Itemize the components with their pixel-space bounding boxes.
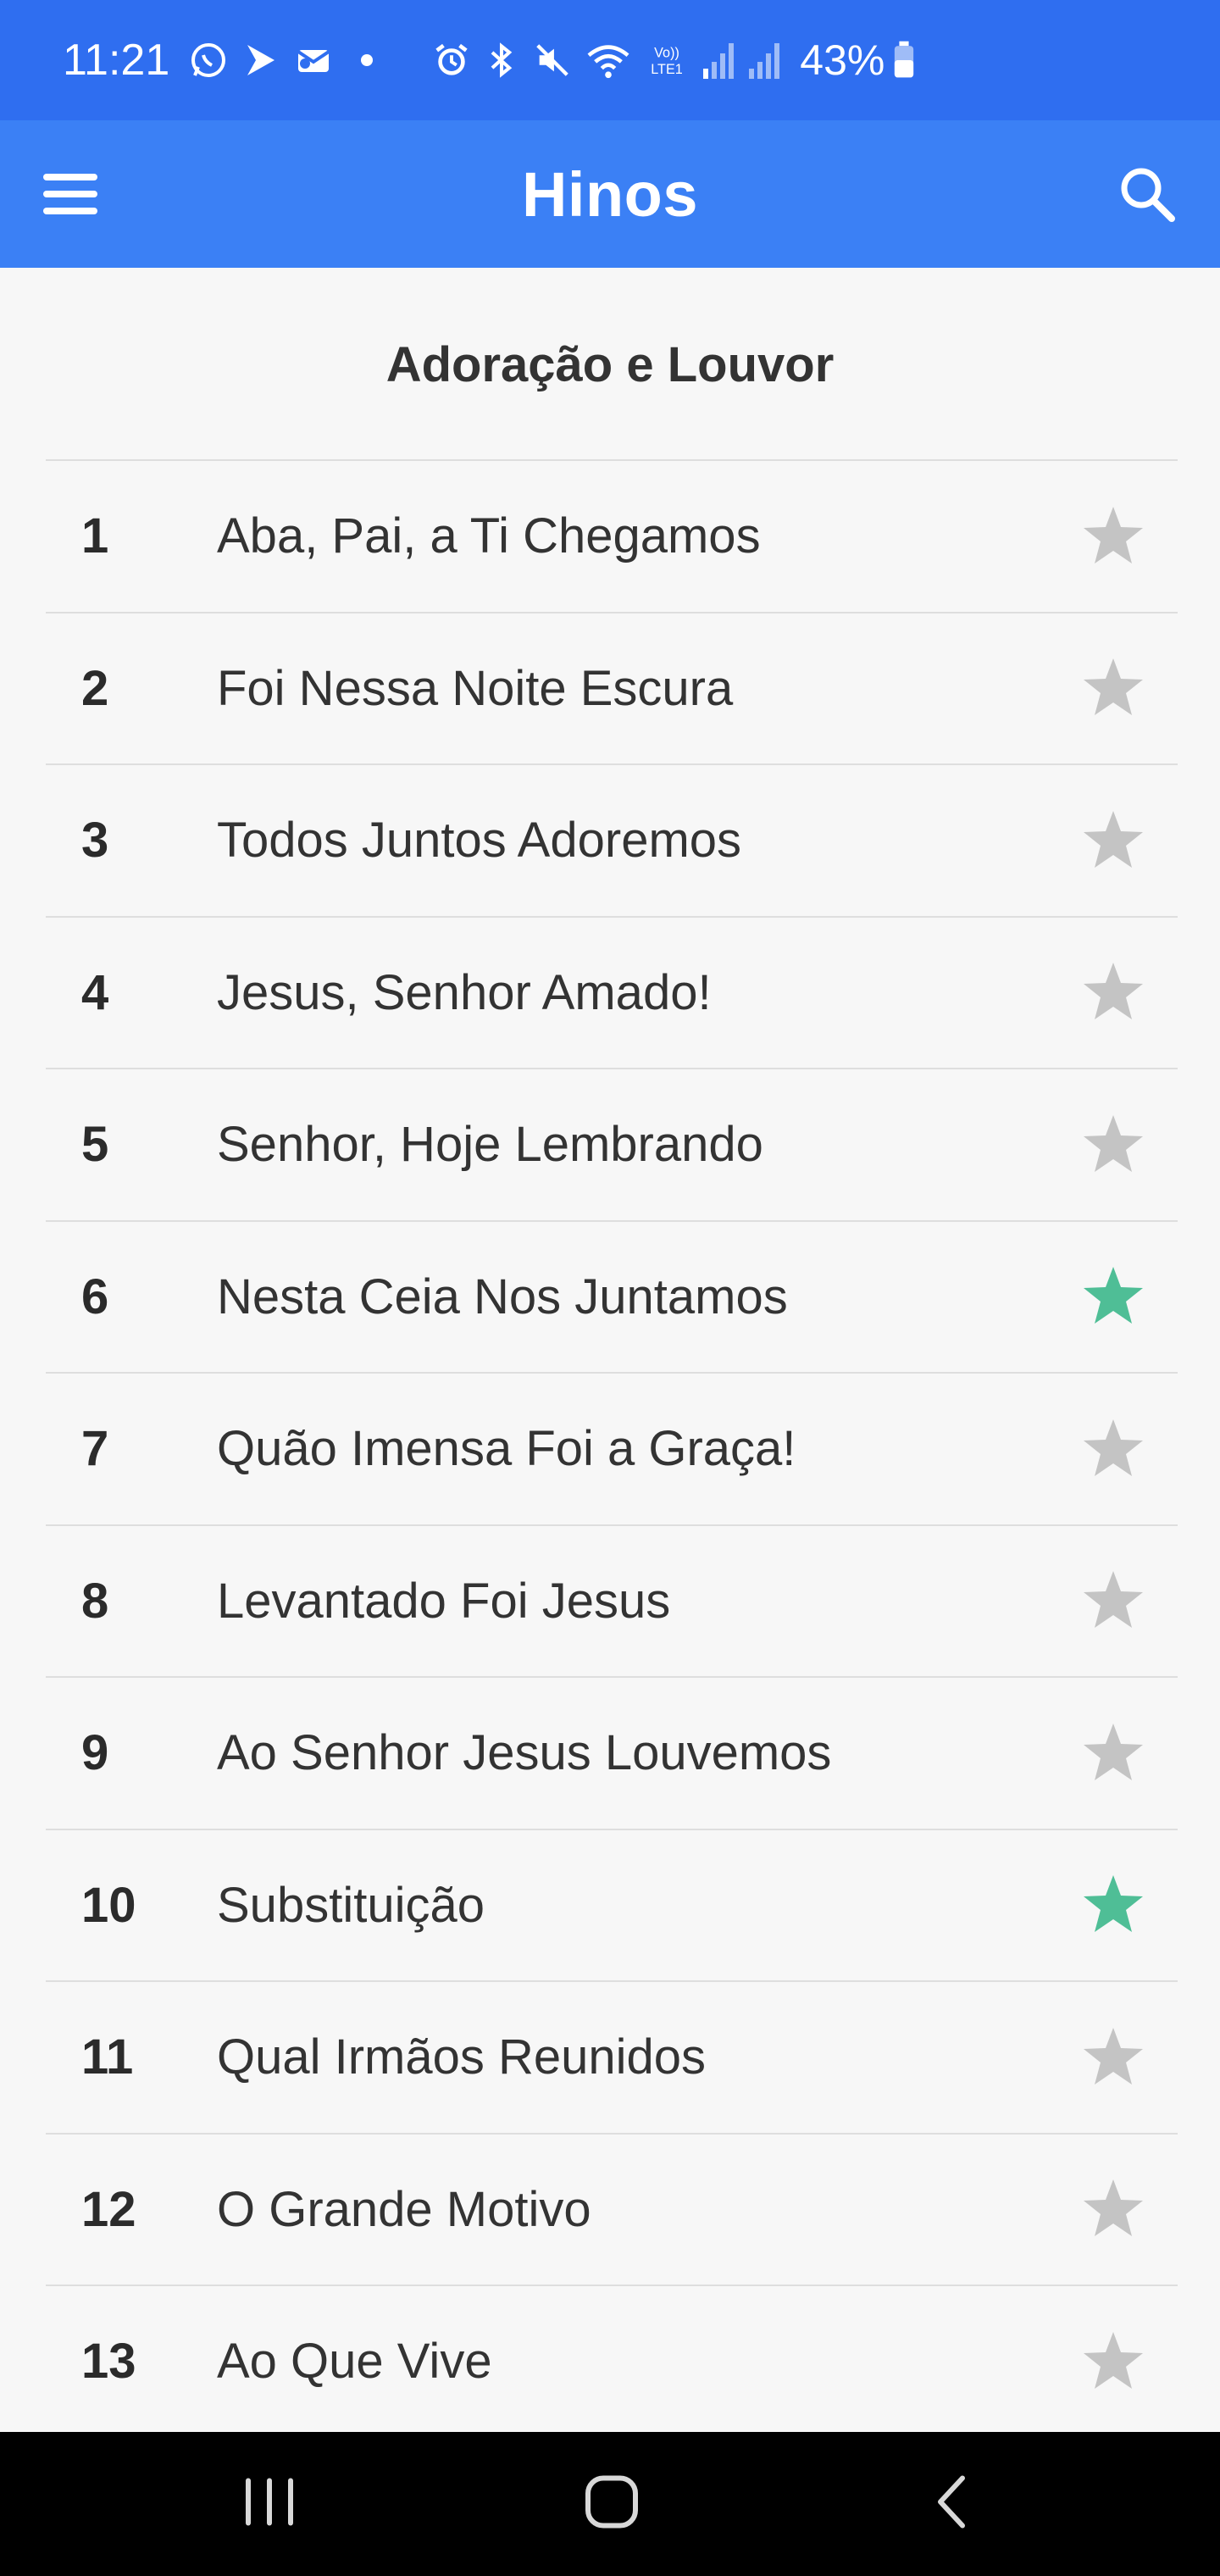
signal-icon [747,42,781,79]
hymn-title: Substituição [217,1877,485,1933]
hymn-number: 7 [81,1421,109,1477]
hymn-row[interactable]: 7 Quão Imensa Foi a Graça! [46,1372,1178,1524]
bluetooth-icon [483,41,520,80]
home-icon[interactable] [585,2475,639,2534]
hymn-number: 11 [81,2029,134,2085]
status-time: 11:21 [63,36,170,85]
svg-text:Vo)): Vo)) [654,45,679,60]
hymn-title: Quão Imensa Foi a Graça! [217,1421,796,1477]
section-title: Adoração e Louvor [385,336,835,392]
hymn-title: O Grande Motivo [217,2181,591,2237]
page-title: Hinos [521,158,699,230]
volte-icon: Vo)) LTE1 [644,41,690,80]
hymn-title: Aba, Pai, a Ti Chegamos [217,508,761,564]
recent-apps-icon[interactable] [242,2477,297,2532]
wifi-icon [585,41,632,80]
battery-icon [893,41,915,80]
hamburger-menu-icon[interactable] [41,164,100,224]
hymn-row[interactable]: 6 Nesta Ceia Nos Juntamos [46,1219,1178,1373]
hymn-row[interactable]: 2 Foi Nessa Noite Escura [46,611,1178,764]
hymn-number: 6 [81,1269,109,1324]
favorite-star-icon[interactable] [1081,1721,1145,1785]
hymn-number: 5 [81,1117,109,1173]
hymn-title: Qual Irmãos Reunidos [217,2029,707,2085]
hymn-number: 13 [81,2334,136,2390]
hymn-title: Jesus, Senhor Amado! [217,964,712,1020]
hymn-title: Senhor, Hoje Lembrando [217,1117,763,1173]
hymn-number: 12 [81,2181,136,2237]
favorite-star-icon[interactable] [1081,2329,1145,2394]
hymn-number: 1 [81,508,109,564]
whatsapp-icon [188,40,229,80]
hymn-list: 1 Aba, Pai, a Ti Chegamos 2 Foi Nessa Noite… [46,459,1178,2437]
status-bar: 11:21 Vo)) LTE1 43% [0,0,1220,120]
favorite-star-filled-icon[interactable] [1081,1873,1145,1937]
hymn-number: 8 [81,1573,109,1629]
hymn-row[interactable]: 8 Levantado Foi Jesus [46,1524,1178,1677]
dot-icon [361,54,374,66]
favorite-star-icon[interactable] [1081,2177,1145,2241]
back-icon[interactable] [934,2475,968,2534]
hymn-title: Foi Nessa Noite Escura [217,660,734,716]
signal-icon [702,42,735,79]
favorite-star-icon[interactable] [1081,2025,1145,2090]
hymn-title: Nesta Ceia Nos Juntamos [217,1269,788,1324]
hymn-number: 9 [81,1725,109,1781]
favorite-star-icon[interactable] [1081,1113,1145,1177]
hymn-row[interactable]: 5 Senhor, Hoje Lembrando [46,1068,1178,1220]
favorite-star-icon[interactable] [1081,1417,1145,1481]
hymn-title: Todos Juntos Adoremos [217,813,742,869]
favorite-star-filled-icon[interactable] [1081,1264,1145,1329]
favorite-star-icon[interactable] [1081,808,1145,873]
hymn-number: 3 [81,813,109,869]
hymn-title: Ao Senhor Jesus Louvemos [217,1725,832,1781]
favorite-star-icon[interactable] [1081,960,1145,1024]
search-icon[interactable] [1113,160,1181,228]
alarm-icon [432,41,471,80]
hymn-number: 2 [81,660,109,716]
hymn-row[interactable]: 10 Substituição [46,1828,1178,1981]
hymn-row[interactable]: 4 Jesus, Senhor Amado! [46,915,1178,1069]
hymn-title: Ao Que Vive [217,2334,492,2390]
hymn-row[interactable]: 11 Qual Irmãos Reunidos [46,1980,1178,2133]
hymn-row[interactable]: 13 Ao Que Vive [46,2285,1178,2437]
svg-text:LTE1: LTE1 [652,62,684,77]
hymn-number: 10 [81,1877,136,1933]
hymn-row[interactable]: 3 Todos Juntos Adoremos [46,763,1178,916]
favorite-star-icon[interactable] [1081,1568,1145,1633]
favorite-star-icon[interactable] [1081,504,1145,569]
app-bar: Hinos [0,120,1220,268]
outlook-icon [293,40,334,80]
hymn-row[interactable]: 12 O Grande Motivo [46,2132,1178,2285]
play-store-icon [241,40,281,80]
hymn-row[interactable]: 9 Ao Senhor Jesus Louvemos [46,1676,1178,1829]
battery-percent: 43% [800,36,885,84]
favorite-star-icon[interactable] [1081,656,1145,720]
system-nav-bar [0,2432,1220,2576]
mute-icon [532,41,573,80]
hymn-title: Levantado Foi Jesus [217,1573,671,1629]
hymn-number: 4 [81,964,109,1020]
hymn-row[interactable]: 1 Aba, Pai, a Ti Chegamos [46,459,1178,612]
